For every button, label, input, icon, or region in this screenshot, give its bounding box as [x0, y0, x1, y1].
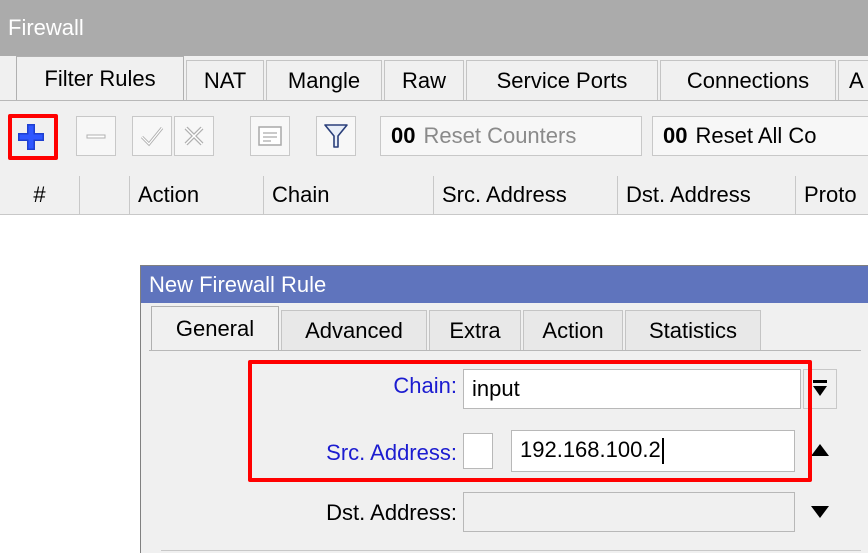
window-title: Firewall — [0, 0, 868, 56]
tab-raw[interactable]: Raw — [384, 60, 464, 100]
tab-service-ports[interactable]: Service Ports — [466, 60, 658, 100]
minus-icon — [86, 134, 106, 139]
tab-nat[interactable]: NAT — [186, 60, 264, 100]
column-header-protocol[interactable]: Proto — [796, 176, 868, 214]
tab-filter-rules[interactable]: Filter Rules — [16, 56, 184, 100]
dialog-tab-advanced[interactable]: Advanced — [281, 310, 427, 350]
column-header-dst-address[interactable]: Dst. Address — [618, 176, 796, 214]
column-header-action[interactable]: Action — [130, 176, 264, 214]
dialog-tab-action[interactable]: Action — [523, 310, 623, 350]
reset-counters-label: Reset Counters — [423, 123, 577, 148]
dialog-separator — [161, 550, 861, 551]
tab-mangle[interactable]: Mangle — [266, 60, 382, 100]
fields-highlight — [248, 360, 812, 482]
column-header-flags[interactable] — [80, 176, 130, 214]
column-header-chain[interactable]: Chain — [264, 176, 434, 214]
column-header-number[interactable]: # — [0, 176, 80, 214]
dst-address-field[interactable] — [463, 492, 795, 532]
dialog-tab-divider — [149, 350, 861, 351]
dialog-tab-general[interactable]: General — [151, 306, 279, 351]
disable-button[interactable] — [174, 116, 214, 156]
enable-button[interactable] — [132, 116, 172, 156]
dialog-tab-extra[interactable]: Extra — [429, 310, 521, 350]
tab-address-lists-partial[interactable]: A — [838, 60, 868, 100]
reset-all-counters-label: Reset All Co — [695, 123, 817, 148]
dialog-tab-statistics[interactable]: Statistics — [625, 310, 761, 350]
column-header-src-address[interactable]: Src. Address — [434, 176, 618, 214]
dst-address-label: Dst. Address: — [326, 500, 457, 525]
tab-divider — [0, 100, 868, 101]
counter-icon: 00 — [663, 123, 688, 148]
comment-button[interactable] — [250, 116, 290, 156]
filter-button[interactable] — [316, 116, 356, 156]
reset-counters-button[interactable]: 00 Reset Counters — [380, 116, 642, 156]
add-button-highlight — [8, 114, 58, 160]
x-icon — [184, 126, 204, 146]
collapse-arrow-icon[interactable] — [809, 442, 831, 458]
comment-icon — [258, 126, 282, 146]
expand-arrow-icon[interactable] — [809, 504, 831, 520]
dialog-title: New Firewall Rule — [141, 266, 868, 303]
counter-icon: 00 — [391, 123, 416, 148]
dropdown-icon — [813, 380, 827, 396]
tab-connections[interactable]: Connections — [660, 60, 836, 100]
filter-icon — [324, 124, 348, 148]
reset-all-counters-button[interactable]: 00 Reset All Co — [652, 116, 868, 156]
check-icon — [140, 127, 164, 147]
remove-button[interactable] — [76, 116, 116, 156]
